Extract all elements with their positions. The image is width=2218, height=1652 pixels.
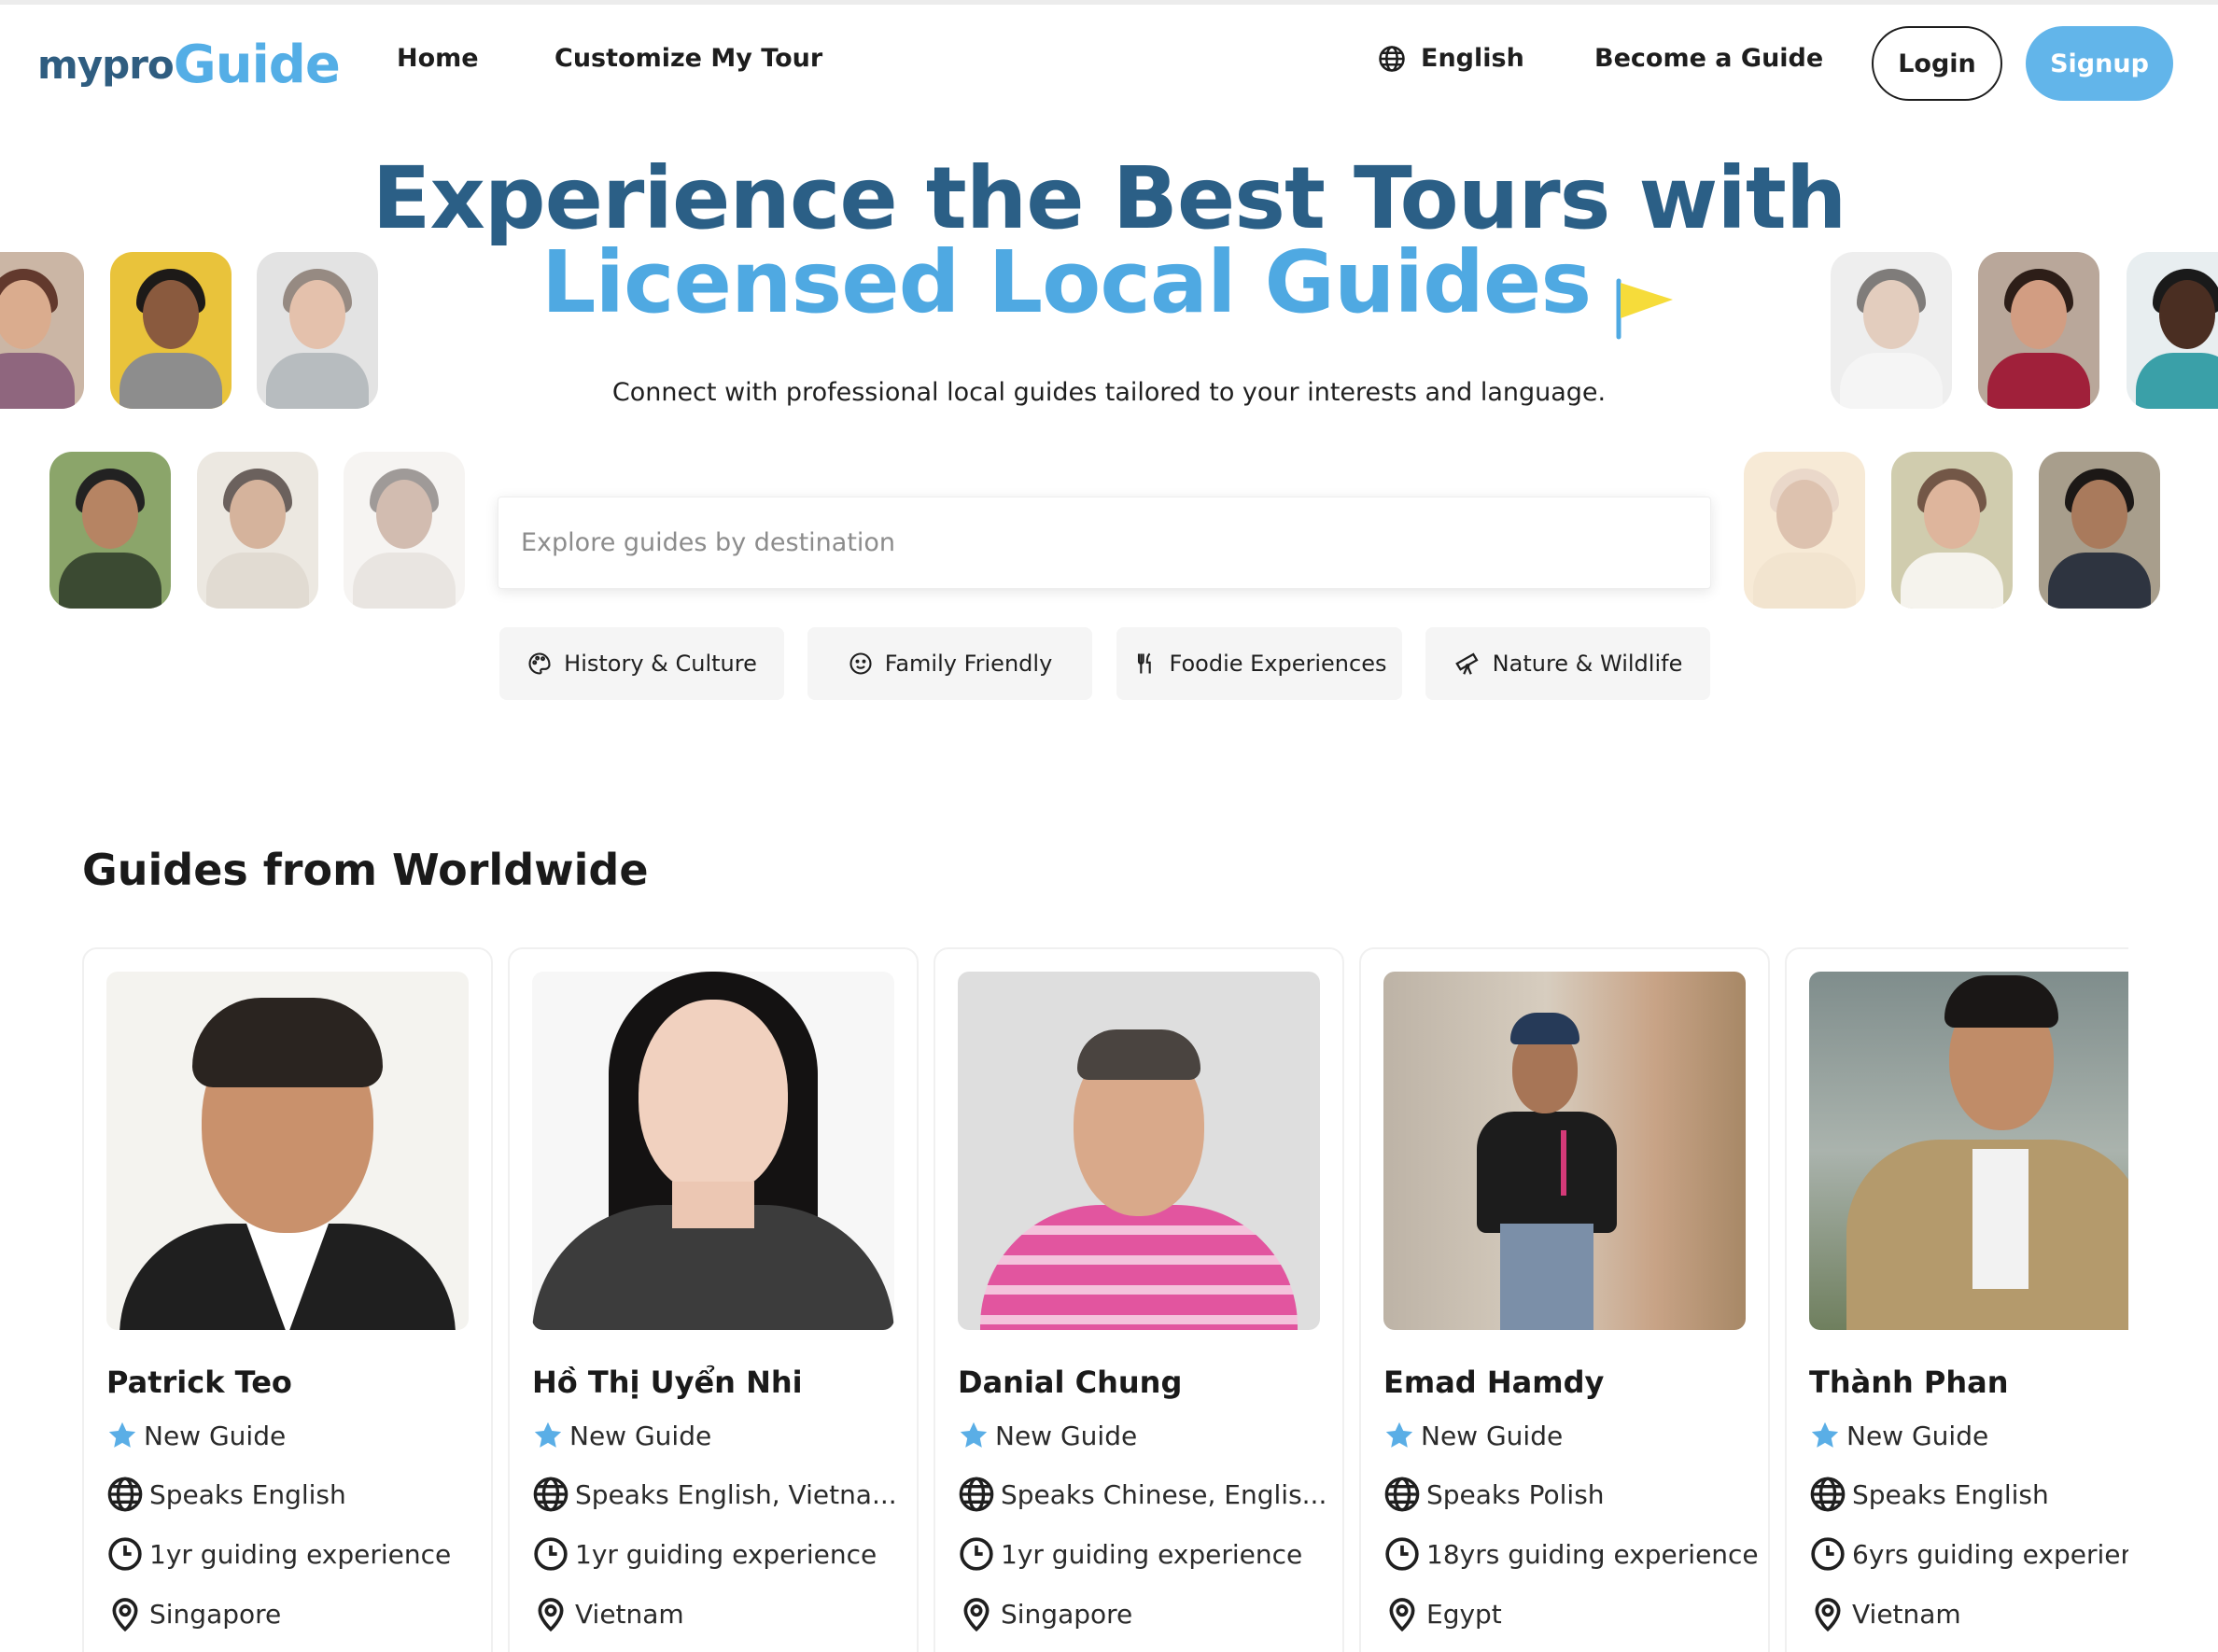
category-chip-family-friendly[interactable]: Family Friendly bbox=[807, 627, 1092, 700]
star-icon bbox=[108, 1421, 136, 1448]
login-button[interactable]: Login bbox=[1872, 26, 2002, 101]
guide-experience: 6yrs guiding experienc bbox=[1809, 1535, 2128, 1573]
guide-languages: Speaks English bbox=[1809, 1476, 2049, 1513]
destination-search-input[interactable] bbox=[498, 497, 1710, 588]
guide-avatar-image bbox=[2039, 452, 2160, 609]
category-label: Nature & Wildlife bbox=[1492, 651, 1683, 677]
signup-button[interactable]: Signup bbox=[2026, 26, 2173, 101]
guide-photo bbox=[958, 972, 1320, 1330]
guide-name: Hồ Thị Uyển Nhi bbox=[532, 1365, 803, 1400]
guide-location: Egypt bbox=[1383, 1595, 1502, 1632]
location-pin-icon bbox=[963, 1598, 990, 1632]
guide-status: New Guide bbox=[1383, 1420, 1563, 1451]
guide-languages: Speaks Polish bbox=[1383, 1476, 1605, 1513]
guide-avatar-image bbox=[1978, 252, 2099, 409]
guide-photo bbox=[1383, 972, 1746, 1330]
star-icon bbox=[1811, 1421, 1839, 1448]
guide-avatar-image bbox=[0, 252, 84, 409]
globe-icon bbox=[959, 1477, 994, 1512]
guide-card[interactable]: Emad Hamdy New Guide Speaks Polish 18yrs… bbox=[1359, 947, 1770, 1652]
guide-location: Vietnam bbox=[1809, 1595, 1961, 1632]
guide-avatar-image bbox=[1831, 252, 1952, 409]
globe-icon bbox=[107, 1477, 143, 1512]
guide-card[interactable]: Thành Phan New Guide Speaks English 6yrs… bbox=[1785, 947, 2128, 1652]
guide-card[interactable]: Patrick Teo New Guide Speaks English 1yr… bbox=[82, 947, 493, 1652]
guide-experience: 1yr guiding experience bbox=[106, 1535, 451, 1573]
utensils-icon bbox=[1137, 652, 1151, 674]
guide-photo bbox=[532, 972, 894, 1330]
guide-experience: 1yr guiding experience bbox=[532, 1535, 877, 1573]
guide-status: New Guide bbox=[106, 1420, 286, 1451]
destination-search-box bbox=[498, 497, 1711, 589]
guide-photo bbox=[1809, 972, 2128, 1330]
location-pin-icon bbox=[112, 1598, 138, 1632]
guide-location: Singapore bbox=[958, 1595, 1132, 1632]
clock-icon bbox=[534, 1537, 568, 1571]
location-pin-icon bbox=[1389, 1598, 1415, 1632]
clock-icon bbox=[1811, 1537, 1845, 1571]
globe-icon bbox=[1379, 45, 1405, 72]
category-label: History & Culture bbox=[564, 651, 757, 677]
guide-card[interactable]: Hồ Thị Uyển Nhi New Guide Speaks English… bbox=[508, 947, 919, 1652]
star-icon bbox=[534, 1421, 562, 1448]
guide-card[interactable]: Danial Chung New Guide Speaks Chinese, E… bbox=[934, 947, 1344, 1652]
nav-home-link[interactable]: Home bbox=[397, 44, 479, 73]
palette-icon bbox=[528, 652, 551, 675]
guide-avatar-image bbox=[257, 252, 378, 409]
star-icon bbox=[1385, 1421, 1413, 1448]
guide-avatar-image bbox=[110, 252, 232, 409]
guide-avatar-image bbox=[1891, 452, 2013, 609]
top-navigation: mypro Guide Home Customize My Tour Engli… bbox=[0, 5, 2218, 121]
smile-icon bbox=[849, 652, 872, 675]
category-label: Family Friendly bbox=[884, 651, 1053, 677]
category-chip-history-culture[interactable]: History & Culture bbox=[499, 627, 784, 700]
clock-icon bbox=[1385, 1537, 1419, 1571]
globe-icon bbox=[533, 1477, 569, 1512]
location-pin-icon bbox=[538, 1598, 564, 1632]
hero-title-line1: Experience the Best Tours with bbox=[372, 148, 1847, 248]
flag-icon bbox=[1616, 278, 1674, 339]
guide-languages: Speaks Chinese, Englis... bbox=[958, 1476, 1327, 1513]
guide-avatar-image bbox=[197, 452, 318, 609]
section-title-guides: Guides from Worldwide bbox=[82, 845, 649, 895]
guide-name: Patrick Teo bbox=[106, 1365, 292, 1400]
guide-avatar-image bbox=[2127, 252, 2218, 409]
star-icon bbox=[960, 1421, 988, 1448]
guide-location: Singapore bbox=[106, 1595, 281, 1632]
guide-name: Emad Hamdy bbox=[1383, 1365, 1605, 1400]
guide-avatar-image bbox=[49, 452, 171, 609]
globe-icon bbox=[1810, 1477, 1846, 1512]
guide-languages: Speaks English bbox=[106, 1476, 346, 1513]
logo-text-part1: mypro bbox=[37, 41, 175, 88]
nav-customize-tour-link[interactable]: Customize My Tour bbox=[554, 44, 822, 73]
clock-icon bbox=[960, 1537, 993, 1571]
guide-status: New Guide bbox=[958, 1420, 1137, 1451]
guide-name: Thành Phan bbox=[1809, 1365, 2009, 1400]
guide-status: New Guide bbox=[532, 1420, 711, 1451]
location-pin-icon bbox=[1815, 1598, 1841, 1632]
hero-title-line2: Licensed Local Guides bbox=[540, 232, 1592, 332]
telescope-icon bbox=[1454, 652, 1479, 675]
guide-location: Vietnam bbox=[532, 1595, 684, 1632]
globe-icon bbox=[1384, 1477, 1420, 1512]
guide-status: New Guide bbox=[1809, 1420, 1988, 1451]
guide-cards-carousel: Patrick Teo New Guide Speaks English 1yr… bbox=[82, 947, 2128, 1652]
category-chip-foodie-experiences[interactable]: Foodie Experiences bbox=[1116, 627, 1402, 700]
guide-avatar-image bbox=[344, 452, 465, 609]
guide-avatar-image bbox=[1744, 452, 1865, 609]
language-label: English bbox=[1421, 44, 1524, 73]
guide-experience: 1yr guiding experience bbox=[958, 1535, 1302, 1573]
language-selector[interactable]: English bbox=[1378, 44, 1524, 73]
clock-icon bbox=[108, 1537, 142, 1571]
category-label: Foodie Experiences bbox=[1169, 651, 1387, 677]
logo-text-part2: Guide bbox=[173, 34, 341, 95]
guide-experience: 18yrs guiding experience bbox=[1383, 1535, 1759, 1573]
brand-logo[interactable]: mypro Guide bbox=[37, 31, 341, 98]
guide-name: Danial Chung bbox=[958, 1365, 1183, 1400]
guide-photo bbox=[106, 972, 469, 1330]
become-guide-link[interactable]: Become a Guide bbox=[1594, 44, 1823, 73]
guide-languages: Speaks English, Vietna... bbox=[532, 1476, 897, 1513]
category-chip-nature-wildlife[interactable]: Nature & Wildlife bbox=[1425, 627, 1710, 700]
